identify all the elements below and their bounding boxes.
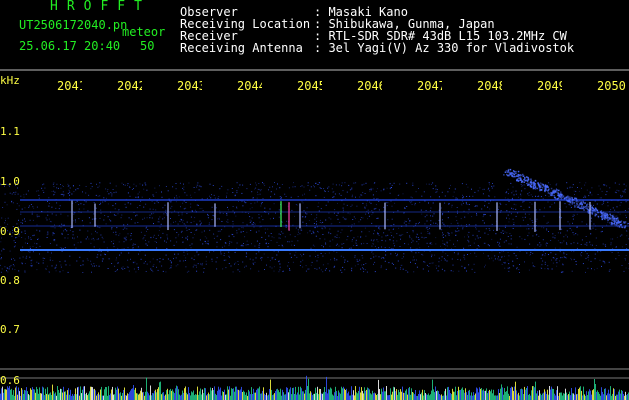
spectrogram-canvas: [0, 69, 629, 400]
time-tick-2049: 2049: [537, 80, 562, 92]
time-tick-2050: 2050: [597, 80, 626, 92]
freq-tick-0-7: 0.7: [0, 323, 20, 336]
frequency-unit-label: kHz: [0, 74, 20, 87]
time-tick-2043: 2043: [177, 80, 202, 92]
time-tick-2041: 2041: [57, 80, 82, 92]
antenna-label: Receiving Antenna: [180, 41, 303, 55]
brand-title: HROFFT: [50, 0, 151, 14]
time-tick-2044: 2044: [237, 80, 262, 92]
meteor-count: 50: [140, 39, 155, 53]
freq-tick-0-9: 0.9: [0, 225, 20, 238]
freq-tick-1-0: 1.0: [0, 175, 20, 188]
freq-tick-0-8: 0.8: [0, 274, 20, 287]
antenna-value: : 3el Yagi(V) Az 330 for Vladivostok: [314, 41, 575, 55]
time-tick-2042: 2042: [117, 80, 142, 92]
time-tick-2045: 2045: [297, 80, 322, 92]
file-name: UT2506172040.pn: [19, 18, 128, 32]
time-tick-2048: 2048: [477, 80, 502, 92]
freq-tick-0-6: 0.6: [0, 374, 20, 387]
bottom-amplitude-bars: [0, 375, 629, 400]
time-tick-2046: 2046: [357, 80, 382, 92]
noise-band: [0, 168, 629, 273]
time-tick-2047: 2047: [417, 80, 442, 92]
freq-tick-1-1: 1.1: [0, 125, 20, 138]
meteor-label: meteor: [122, 25, 166, 39]
date-time: 25.06.17 20:40: [19, 39, 121, 53]
